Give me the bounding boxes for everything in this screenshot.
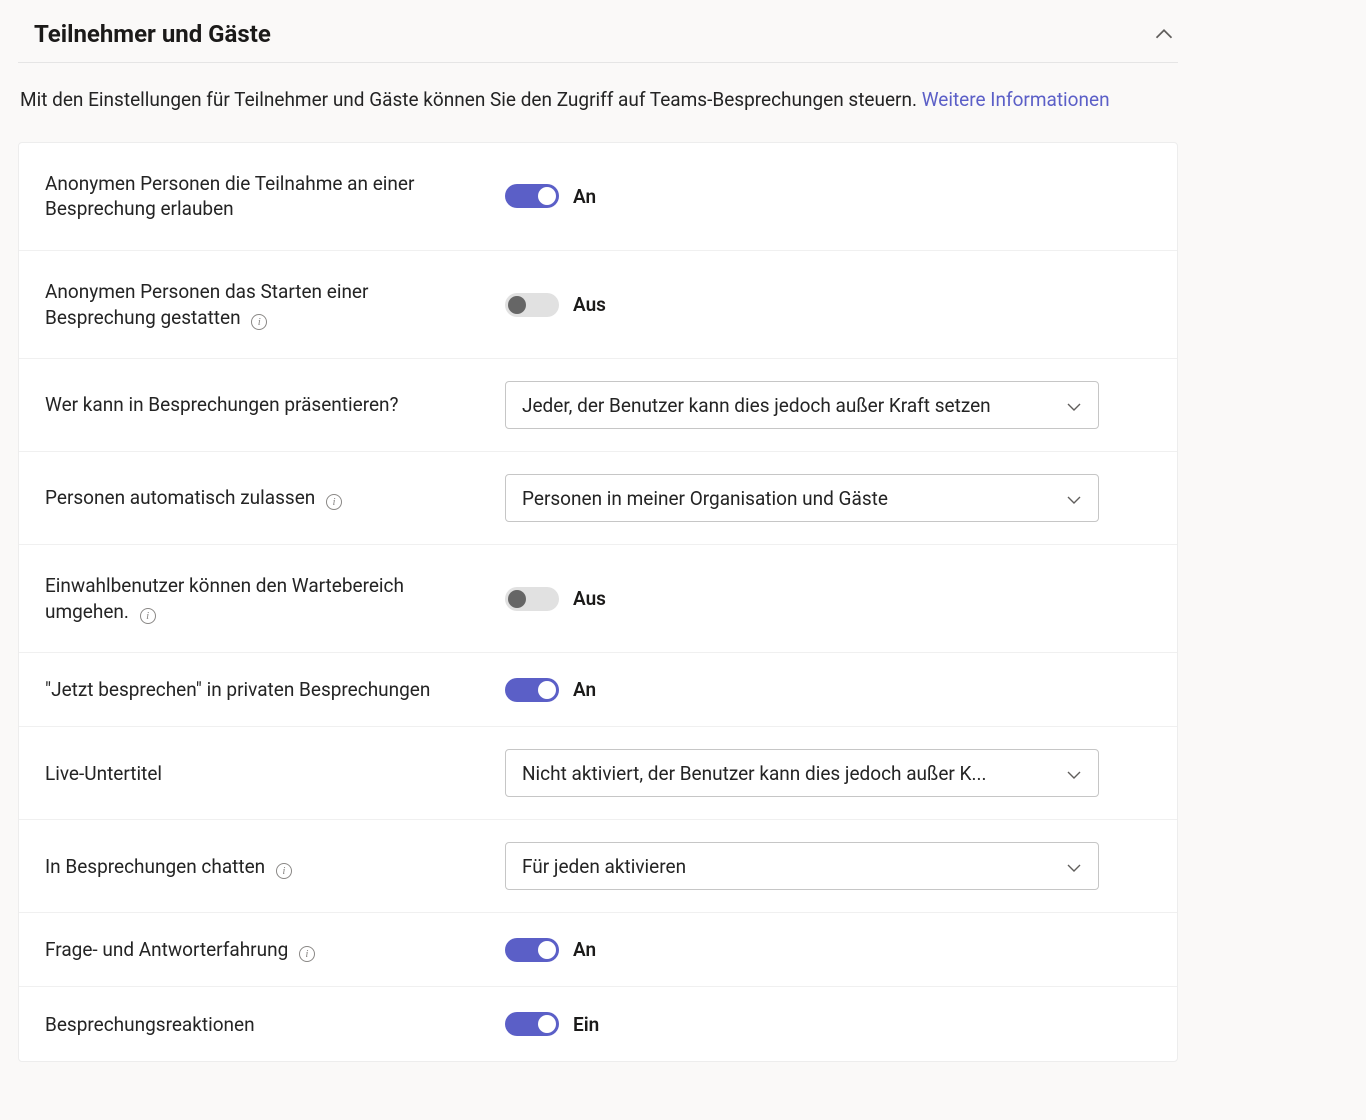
- setting-row-reactions: Besprechungsreaktionen Ein: [19, 987, 1177, 1061]
- setting-row-who-can-present: Wer kann in Besprechungen präsentieren? …: [19, 359, 1177, 452]
- setting-control: An: [505, 184, 1151, 208]
- section-title: Teilnehmer und Gäste: [34, 20, 271, 48]
- toggle-knob: [538, 187, 556, 205]
- toggle-anonymous-join[interactable]: [505, 184, 559, 208]
- info-icon[interactable]: i: [140, 608, 156, 624]
- setting-control: Personen in meiner Organisation und Gäst…: [505, 474, 1151, 522]
- info-icon[interactable]: i: [276, 863, 292, 879]
- dropdown-selected-text: Für jeden aktivieren: [522, 855, 1066, 878]
- setting-control: An: [505, 938, 1151, 962]
- toggle-qna[interactable]: [505, 938, 559, 962]
- setting-label: Besprechungsreaktionen: [45, 1012, 505, 1038]
- setting-row-meeting-chat: In Besprechungen chatten i Für jeden akt…: [19, 820, 1177, 913]
- toggle-reactions[interactable]: [505, 1012, 559, 1036]
- dropdown-auto-admit[interactable]: Personen in meiner Organisation und Gäst…: [505, 474, 1099, 522]
- setting-label: Live-Untertitel: [45, 761, 505, 787]
- chevron-up-icon: [1154, 24, 1174, 44]
- toggle-knob: [508, 590, 526, 608]
- setting-control: Nicht aktiviert, der Benutzer kann dies …: [505, 749, 1151, 797]
- setting-control: Für jeden aktivieren: [505, 842, 1151, 890]
- setting-label: In Besprechungen chatten i: [45, 854, 505, 880]
- setting-control: Jeder, der Benutzer kann dies jedoch auß…: [505, 381, 1151, 429]
- dropdown-selected-text: Nicht aktiviert, der Benutzer kann dies …: [522, 762, 1066, 785]
- dropdown-meeting-chat[interactable]: Für jeden aktivieren: [505, 842, 1099, 890]
- info-icon[interactable]: i: [326, 494, 342, 510]
- setting-label: Frage- und Antworterfahrung i: [45, 937, 505, 963]
- description-text: Mit den Einstellungen für Teilnehmer und…: [20, 88, 922, 111]
- setting-row-auto-admit: Personen automatisch zulassen i Personen…: [19, 452, 1177, 545]
- toggle-state-label: Aus: [573, 587, 606, 610]
- section-header[interactable]: Teilnehmer und Gäste: [18, 10, 1178, 63]
- toggle-knob: [538, 1015, 556, 1033]
- toggle-knob: [538, 681, 556, 699]
- toggle-state-label: Ein: [573, 1013, 599, 1036]
- setting-label: Personen automatisch zulassen i: [45, 485, 505, 511]
- toggle-anonymous-start[interactable]: [505, 293, 559, 317]
- dropdown-live-captions[interactable]: Nicht aktiviert, der Benutzer kann dies …: [505, 749, 1099, 797]
- learn-more-link[interactable]: Weitere Informationen: [922, 88, 1110, 111]
- setting-control: Aus: [505, 293, 1151, 317]
- setting-label: Anonymen Personen die Teilnahme an einer…: [45, 171, 505, 222]
- setting-label: Wer kann in Besprechungen präsentieren?: [45, 392, 505, 418]
- toggle-state-label: An: [573, 938, 596, 961]
- toggle-state-label: An: [573, 678, 596, 701]
- toggle-meet-now-private[interactable]: [505, 678, 559, 702]
- toggle-state-label: An: [573, 185, 596, 208]
- chevron-down-icon: [1066, 765, 1082, 781]
- chevron-down-icon: [1066, 490, 1082, 506]
- settings-section: Teilnehmer und Gäste Mit den Einstellung…: [0, 0, 1190, 1092]
- chevron-down-icon: [1066, 397, 1082, 413]
- info-icon[interactable]: i: [299, 946, 315, 962]
- section-description: Mit den Einstellungen für Teilnehmer und…: [18, 63, 1178, 142]
- setting-control: An: [505, 678, 1151, 702]
- setting-row-qna: Frage- und Antworterfahrung i An: [19, 913, 1177, 987]
- info-icon[interactable]: i: [251, 314, 267, 330]
- setting-label: Einwahlbenutzer können den Wartebereich …: [45, 573, 505, 624]
- toggle-dialin-bypass[interactable]: [505, 587, 559, 611]
- setting-control: Ein: [505, 1012, 1151, 1036]
- dropdown-selected-text: Personen in meiner Organisation und Gäst…: [522, 487, 1066, 510]
- chevron-down-icon: [1066, 858, 1082, 874]
- toggle-state-label: Aus: [573, 293, 606, 316]
- setting-row-anonymous-join: Anonymen Personen die Teilnahme an einer…: [19, 143, 1177, 251]
- dropdown-who-can-present[interactable]: Jeder, der Benutzer kann dies jedoch auß…: [505, 381, 1099, 429]
- setting-label: "Jetzt besprechen" in privaten Besprechu…: [45, 677, 505, 703]
- setting-row-meet-now-private: "Jetzt besprechen" in privaten Besprechu…: [19, 653, 1177, 727]
- dropdown-selected-text: Jeder, der Benutzer kann dies jedoch auß…: [522, 394, 1066, 417]
- setting-label: Anonymen Personen das Starten einer Besp…: [45, 279, 505, 330]
- toggle-knob: [508, 296, 526, 314]
- toggle-knob: [538, 941, 556, 959]
- settings-panel: Anonymen Personen die Teilnahme an einer…: [18, 142, 1178, 1063]
- setting-row-anonymous-start: Anonymen Personen das Starten einer Besp…: [19, 251, 1177, 359]
- setting-row-live-captions: Live-Untertitel Nicht aktiviert, der Ben…: [19, 727, 1177, 820]
- setting-control: Aus: [505, 587, 1151, 611]
- setting-row-dialin-bypass: Einwahlbenutzer können den Wartebereich …: [19, 545, 1177, 653]
